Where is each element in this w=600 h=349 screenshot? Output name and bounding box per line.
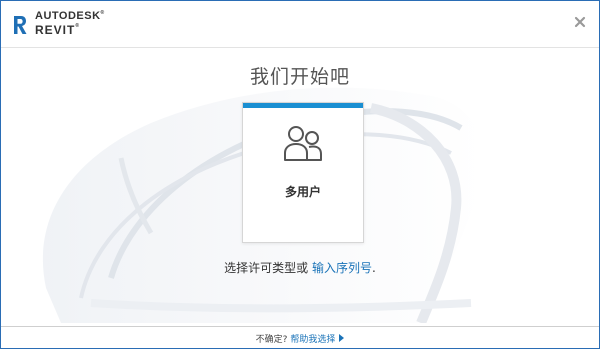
close-icon[interactable] — [573, 15, 587, 29]
license-option-multi-user[interactable]: 多用户 — [242, 102, 364, 243]
revit-logo-icon — [14, 16, 27, 34]
license-prompt: 选择许可类型或 输入序列号. — [1, 259, 599, 276]
caret-right-icon[interactable] — [339, 334, 345, 342]
footer-question: 不确定? — [255, 335, 291, 345]
page-title: 我们开始吧 — [249, 66, 350, 88]
prompt-text: 选择许可类型或 — [224, 261, 312, 275]
title-bar: AUTODESK® REVIT® — [1, 1, 599, 48]
revit-start-window: AUTODESK® REVIT® 我们开始吧 多用户 选择许可类型或 输入序列号… — [0, 0, 600, 349]
brand-revit: REVIT® — [35, 23, 80, 37]
brand-wordmark: AUTODESK® REVIT® — [35, 10, 105, 37]
footer-help: 不确定? 帮助我选择 — [1, 332, 599, 345]
brand-autodesk: AUTODESK® — [35, 10, 105, 22]
users-icon — [284, 126, 322, 161]
footer: 不确定? 帮助我选择 — [1, 326, 599, 348]
prompt-suffix: . — [372, 261, 376, 275]
license-option-label: 多用户 — [284, 185, 321, 199]
main-content: 我们开始吧 多用户 选择许可类型或 输入序列号. — [1, 48, 599, 348]
enter-serial-link[interactable]: 输入序列号 — [312, 261, 372, 275]
help-me-choose-link[interactable]: 帮助我选择 — [290, 335, 335, 345]
card-accent-bar — [243, 103, 363, 108]
